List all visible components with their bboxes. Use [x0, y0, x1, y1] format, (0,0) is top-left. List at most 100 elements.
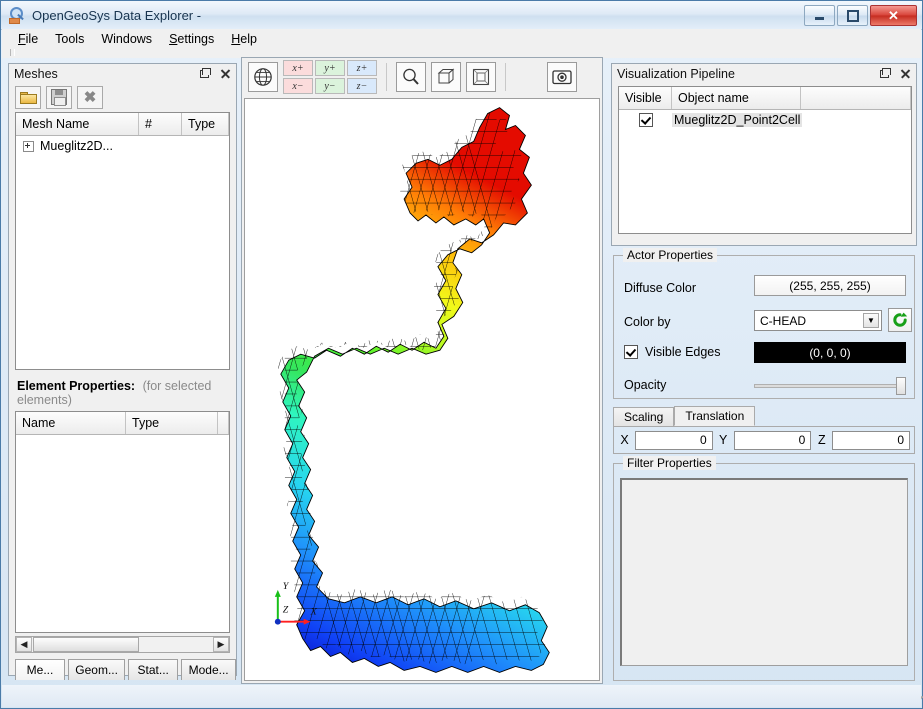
render-view-panel: x+ y+ z+ x− y− z−: [241, 57, 603, 684]
close-button[interactable]: ✕: [870, 5, 917, 26]
meshes-bottom-tabs: Me... Geom... Stat... Mode...: [15, 659, 236, 680]
tab-modelling[interactable]: Mode...: [181, 659, 236, 680]
expand-icon[interactable]: [23, 141, 34, 152]
mesh-tree[interactable]: Mesh Name # Type Mueglitz2D...: [15, 112, 230, 370]
visible-edges-label: Visible Edges: [645, 345, 721, 359]
screenshot-camera-icon: [551, 67, 573, 87]
edge-color-button[interactable]: (0, 0, 0): [754, 342, 906, 363]
tab-meshes[interactable]: Me...: [15, 659, 65, 680]
actor-properties-title: Actor Properties: [623, 248, 717, 262]
axis-view-buttons: x+ y+ z+ x− y− z−: [283, 60, 377, 94]
save-mesh-button[interactable]: [46, 86, 72, 109]
tab-scaling[interactable]: Scaling: [613, 407, 674, 426]
tab-stations[interactable]: Stat...: [128, 659, 178, 680]
title-bar: OpenGeoSys Data Explorer - ✕: [1, 1, 922, 30]
x-input[interactable]: 0: [635, 431, 713, 450]
window-controls: ✕: [804, 5, 917, 26]
close-icon[interactable]: [220, 67, 232, 80]
column-type: Type: [182, 113, 229, 135]
view-y-minus-button[interactable]: y−: [315, 78, 345, 94]
minimize-button[interactable]: [804, 5, 835, 26]
column-object-name: Object name: [672, 87, 801, 109]
filter-properties-group: Filter Properties: [613, 463, 915, 681]
visible-edges-checkbox[interactable]: [624, 345, 638, 359]
horizontal-scrollbar[interactable]: ◀ ▶: [15, 636, 230, 653]
column-elem-type: Type: [126, 412, 218, 434]
zoom-icon: [401, 67, 421, 87]
perspective-cube-icon: [436, 67, 456, 87]
mesh-body: [245, 100, 599, 680]
menu-item-file[interactable]: File: [10, 30, 47, 48]
maximize-button[interactable]: [837, 5, 868, 26]
pipeline-row[interactable]: Mueglitz2D_Point2Cell: [619, 110, 911, 130]
pipeline-panel-title: Visualization Pipeline: [617, 67, 735, 81]
save-disk-icon: [51, 89, 67, 105]
perspective-view-button[interactable]: [431, 62, 461, 92]
color-by-value: C-HEAD: [760, 314, 806, 328]
color-by-label: Color by: [624, 315, 671, 329]
status-bar: [2, 685, 921, 707]
transform-tabs: Scaling Translation X 0 Y 0 Z 0: [613, 406, 915, 456]
view-x-plus-button[interactable]: x+: [283, 60, 313, 76]
view-y-plus-button[interactable]: y+: [315, 60, 345, 76]
globe-button[interactable]: [248, 62, 278, 92]
z-input[interactable]: 0: [832, 431, 910, 450]
menu-item-tools[interactable]: Tools: [47, 30, 93, 48]
opacity-slider-track[interactable]: [754, 384, 906, 388]
mesh-render: Y X Z: [245, 99, 599, 680]
diffuse-color-label: Diffuse Color: [624, 281, 696, 295]
scroll-left-arrow-icon[interactable]: ◀: [16, 637, 32, 652]
refresh-button[interactable]: [888, 308, 912, 332]
scroll-right-arrow-icon[interactable]: ▶: [213, 637, 229, 652]
pipeline-object-name[interactable]: Mueglitz2D_Point2Cell: [672, 113, 802, 127]
scrollbar-thumb[interactable]: [33, 637, 139, 652]
menu-bar: File Tools Windows Settings Help: [2, 29, 921, 49]
open-folder-icon: [20, 91, 36, 103]
column-extra: [218, 412, 229, 434]
menu-item-help[interactable]: Help: [223, 30, 266, 48]
visible-edges-row[interactable]: Visible Edges: [624, 345, 721, 359]
menu-item-settings[interactable]: Settings: [161, 30, 223, 48]
menu-item-windows[interactable]: Windows: [93, 30, 161, 48]
float-icon[interactable]: [199, 67, 211, 80]
pipeline-table[interactable]: Visible Object name Mueglitz2D_Point2Cel…: [618, 86, 912, 234]
app-magnifier-icon: [8, 6, 26, 24]
filter-properties-content[interactable]: [620, 478, 908, 666]
column-empty: [801, 87, 911, 109]
opacity-slider-handle[interactable]: [896, 377, 906, 395]
element-properties-label: Element Properties: (for selected elemen…: [17, 379, 236, 407]
x-label: X: [618, 433, 631, 447]
orthographic-view-button[interactable]: [466, 62, 496, 92]
view-z-minus-button[interactable]: z−: [347, 78, 377, 94]
toolbar-separator: [386, 63, 387, 91]
filter-properties-title: Filter Properties: [623, 456, 716, 470]
float-icon[interactable]: [879, 67, 891, 80]
meshes-panel-title-bar: Meshes: [9, 64, 236, 84]
view-z-plus-button[interactable]: z+: [347, 60, 377, 76]
visible-checkbox[interactable]: [639, 113, 653, 127]
open-mesh-button[interactable]: [15, 86, 41, 109]
mesh-name-value: Mueglitz2D...: [40, 139, 113, 153]
screenshot-button[interactable]: [547, 62, 577, 92]
remove-mesh-button[interactable]: ✖: [77, 86, 103, 109]
zoom-button[interactable]: [396, 62, 426, 92]
render-area[interactable]: Y X Z: [244, 98, 600, 681]
chevron-down-icon[interactable]: ▼: [863, 313, 879, 328]
diffuse-color-button[interactable]: (255, 255, 255): [754, 275, 906, 296]
element-properties-title: Element Properties:: [17, 379, 135, 393]
tab-translation[interactable]: Translation: [674, 406, 755, 426]
color-by-combobox[interactable]: C-HEAD ▼: [754, 310, 882, 331]
mesh-tree-row[interactable]: Mueglitz2D...: [16, 136, 229, 156]
element-properties-header: Name Type: [16, 412, 229, 435]
mesh-surface: [281, 108, 549, 673]
y-input[interactable]: 0: [734, 431, 812, 450]
axis-y-label: Y: [283, 581, 290, 592]
actor-properties-group: Actor Properties Diffuse Color (255, 255…: [613, 255, 915, 399]
view-x-minus-button[interactable]: x−: [283, 78, 313, 94]
element-properties-table[interactable]: Name Type: [15, 411, 230, 633]
column-visible: Visible: [619, 87, 672, 109]
tab-geometry[interactable]: Geom...: [68, 659, 125, 680]
close-icon[interactable]: [900, 67, 912, 80]
window-title: OpenGeoSys Data Explorer -: [32, 8, 201, 23]
pipeline-table-header: Visible Object name: [619, 87, 911, 110]
